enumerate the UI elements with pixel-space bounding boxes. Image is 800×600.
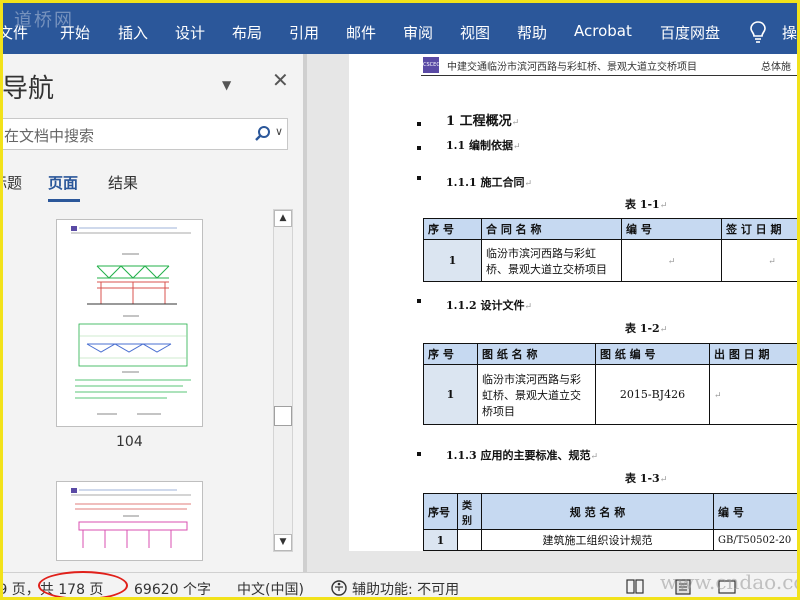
table1-caption: 表 1-1↵ — [625, 198, 668, 211]
table-cell-empty: ↵ — [621, 239, 722, 282]
header-project-name: 中建交通临汾市滨河西路与彩虹桥、景观大道立交桥项目 — [447, 62, 697, 73]
lightbulb-icon[interactable] — [750, 21, 766, 43]
heading-3-standards: 1.1.3 应用的主要标准、规范↵ — [446, 449, 598, 462]
annotation-circle — [38, 571, 128, 600]
table-header-cell: 规 范 名 称 — [481, 493, 714, 530]
tab-file[interactable]: 文件 — [0, 22, 28, 43]
active-tab-indicator — [48, 199, 80, 202]
language-status[interactable]: 中文(中国) — [237, 579, 304, 599]
table3-caption: 表 1-3↵ — [625, 472, 668, 485]
document-area: CSCEC 中建交通临汾市滨河西路与彩虹桥、景观大道立交桥项目 总体施 1 工程… — [307, 54, 800, 572]
tab-insert[interactable]: 插入 — [118, 22, 148, 43]
document-page[interactable]: CSCEC 中建交通临汾市滨河西路与彩虹桥、景观大道立交桥项目 总体施 1 工程… — [349, 54, 800, 551]
list-bullet — [417, 299, 421, 303]
table-cell-code: GB/T50502-20 — [713, 529, 800, 551]
table-header-cell: 编 号 — [713, 493, 800, 530]
table-cell-empty: ↵ — [721, 239, 800, 282]
tab-operate[interactable]: 操 — [782, 22, 797, 43]
heading-3-design: 1.1.2 设计文件↵ — [446, 299, 532, 312]
heading-3-contract: 1.1.1 施工合同↵ — [446, 176, 532, 189]
table-header-cell: 序 号 — [423, 343, 478, 365]
contract-table: 序 号 合 同 名 称 编 号 签 订 日 期 1 临汾市滨河西路与彩虹桥、景观… — [423, 218, 800, 282]
nav-tab-results[interactable]: 结果 — [108, 172, 138, 193]
table-header-cell: 类别 — [457, 493, 482, 530]
table-header-cell: 图 纸 编 号 — [595, 343, 710, 365]
tab-mailings[interactable]: 邮件 — [346, 22, 376, 43]
tab-view[interactable]: 视图 — [460, 22, 490, 43]
scroll-down-arrow-icon[interactable]: ▼ — [274, 534, 292, 551]
tab-layout[interactable]: 布局 — [232, 22, 262, 43]
table-cell-name: 临汾市滨河西路与彩虹桥、景观大道立交桥项目 — [477, 364, 596, 425]
header-right-text: 总体施 — [761, 62, 791, 73]
read-mode-icon[interactable] — [626, 579, 644, 595]
table-cell-index: 1 — [423, 239, 482, 282]
page-thumbnail-drawing — [71, 488, 191, 548]
thumbnail-page-number: 104 — [116, 434, 143, 450]
chevron-down-icon[interactable]: ∨ — [275, 125, 283, 138]
table2-caption: 表 1-2↵ — [625, 322, 668, 335]
search-input[interactable]: 在文档中搜索 ∨ — [0, 118, 288, 150]
scrollbar-thumb[interactable] — [274, 406, 292, 426]
heading-1: 1 工程概况↵ — [446, 114, 520, 129]
accessibility-icon[interactable] — [330, 579, 348, 597]
accessibility-status[interactable]: 辅助功能: 不可用 — [352, 579, 459, 599]
page-thumbnail[interactable] — [56, 481, 203, 561]
navigation-pane: 导航 ▼ ✕ 在文档中搜索 ∨ 标题 页面 结果 — [0, 54, 303, 572]
tab-help[interactable]: 帮助 — [517, 22, 547, 43]
table-cell-code: 2015-BJ426 — [595, 364, 710, 425]
table-header-cell: 编 号 — [621, 218, 722, 240]
search-icon[interactable] — [254, 125, 272, 143]
table-cell-index: 1 — [423, 364, 478, 425]
company-logo-icon: CSCEC — [423, 57, 440, 73]
tab-design[interactable]: 设计 — [175, 22, 205, 43]
header-rule — [421, 75, 800, 76]
nav-tab-pages[interactable]: 页面 — [48, 172, 78, 193]
nav-title: 导航 — [2, 74, 55, 104]
tab-baidu-netdisk[interactable]: 百度网盘 — [660, 22, 720, 43]
tab-review[interactable]: 审阅 — [403, 22, 433, 43]
page-thumbnail[interactable] — [56, 219, 203, 427]
tab-acrobat[interactable]: Acrobat — [574, 22, 632, 40]
ribbon-tabs: 道桥网 文件 开始 插入 设计 布局 引用 邮件 审阅 视图 帮助 Acroba… — [0, 0, 800, 54]
table-header-cell: 合 同 名 称 — [481, 218, 622, 240]
word-count-status[interactable]: 69620 个字 — [134, 579, 211, 599]
list-bullet — [417, 146, 421, 150]
table-header-cell: 签 订 日 期 — [721, 218, 800, 240]
list-bullet — [417, 452, 421, 456]
standards-table: 序号 类别 规 范 名 称 编 号 1 建筑施工组织设计规范 GB/T50502… — [423, 493, 800, 551]
page-thumbnail-drawing — [71, 226, 191, 415]
search-placeholder: 在文档中搜索 — [4, 127, 95, 145]
scroll-up-arrow-icon[interactable]: ▲ — [274, 210, 292, 227]
design-files-table: 序 号 图 纸 名 称 图 纸 编 号 出 图 日 期 1 临汾市滨河西路与彩虹… — [423, 343, 800, 425]
site-watermark: www.cndao.com — [660, 570, 800, 594]
table-header-cell: 序 号 — [423, 218, 482, 240]
tab-references[interactable]: 引用 — [289, 22, 319, 43]
table-cell-empty — [457, 529, 482, 551]
table-header-cell: 序号 — [423, 493, 458, 530]
nav-tab-headings[interactable]: 标题 — [0, 172, 22, 193]
list-bullet — [417, 176, 421, 180]
nav-options-dropdown-icon[interactable]: ▼ — [222, 78, 231, 92]
table-cell-name: 建筑施工组织设计规范 — [481, 529, 714, 551]
table-cell-name: 临汾市滨河西路与彩虹桥、景观大道立交桥项目 — [481, 239, 622, 282]
list-bullet — [417, 122, 421, 126]
tab-home[interactable]: 开始 — [60, 22, 90, 43]
nav-scrollbar[interactable]: ▲ ▼ — [273, 209, 293, 552]
close-icon[interactable]: ✕ — [272, 68, 289, 92]
table-cell-index: 1 — [423, 529, 458, 551]
table-header-cell: 图 纸 名 称 — [477, 343, 596, 365]
table-cell-empty: ↵ — [709, 364, 800, 425]
heading-2: 1.1 编制依据↵ — [446, 139, 521, 152]
table-header-cell: 出 图 日 期 — [709, 343, 800, 365]
